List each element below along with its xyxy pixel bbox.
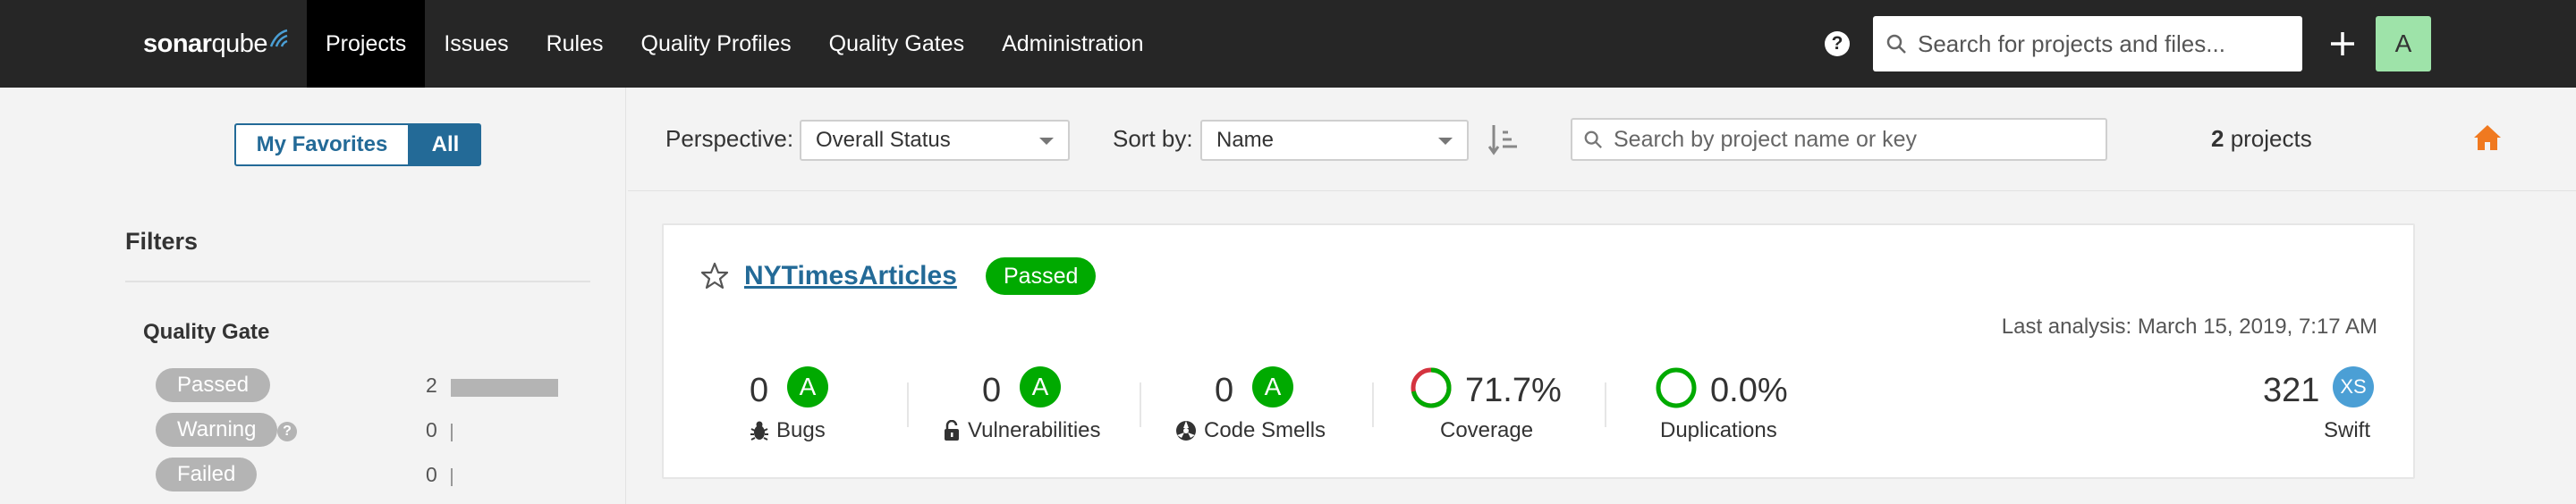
measure-vulnerabilities[interactable]: 0 A Vulnerabilities <box>943 366 1122 447</box>
perspective-label: Perspective: <box>665 125 794 152</box>
projects-count-number: 2 <box>2211 125 2224 152</box>
perspective-value: Overall Status <box>816 128 951 152</box>
create-plus-button[interactable] <box>2320 21 2365 66</box>
projects-toolbar: Perspective: Overall Status Sort by: Nam… <box>628 88 2576 191</box>
logo-waves-icon <box>269 29 288 47</box>
measure-duplications[interactable]: 0.0% Duplications <box>1655 366 1834 447</box>
perspective-select[interactable]: Overall Status <box>800 120 1070 161</box>
my-favorites-button[interactable]: My Favorites <box>234 123 410 166</box>
filter-count: 0 <box>426 418 437 441</box>
filter-pill-failed[interactable]: Failed <box>156 458 258 491</box>
logo-text-light: qube <box>211 29 267 58</box>
quality-gate-filter-heading: Quality Gate <box>143 320 270 344</box>
language-label: Swift <box>2324 418 2371 442</box>
code-smell-icon <box>1176 421 1196 441</box>
bugs-label: Bugs <box>750 418 826 443</box>
measure-code-smells[interactable]: 0 A Code Smells <box>1175 366 1345 447</box>
all-projects-button[interactable]: All <box>410 123 481 166</box>
chevron-down-icon <box>1438 138 1453 145</box>
project-search-input[interactable] <box>1614 126 2097 153</box>
bugs-value: 0 <box>750 372 769 409</box>
user-avatar[interactable]: A <box>2376 16 2431 71</box>
measure-separator <box>1140 382 1141 427</box>
main-nav-links: Projects Issues Rules Quality Profiles Q… <box>307 0 1162 88</box>
help-icon[interactable]: ? <box>277 422 297 441</box>
plus-icon <box>2331 32 2354 55</box>
quality-gate-filter-failed[interactable]: Failed 0 <box>156 458 603 491</box>
global-search-box[interactable] <box>1873 16 2302 71</box>
sort-select[interactable]: Name <box>1200 120 1469 161</box>
vulnerabilities-label-text: Vulnerabilities <box>968 418 1101 442</box>
coverage-value: 71.7% <box>1465 372 1562 409</box>
sort-label: Sort by: <box>1113 125 1193 152</box>
code-smells-label: Code Smells <box>1175 418 1326 443</box>
nav-issues[interactable]: Issues <box>425 0 527 88</box>
filters-heading: Filters <box>125 228 199 255</box>
home-icon[interactable] <box>2472 123 2503 152</box>
favorites-toggle: My Favorites All <box>234 123 481 166</box>
measure-separator <box>1372 382 1374 427</box>
sort-direction-icon[interactable] <box>1488 123 1519 155</box>
bugs-label-text: Bugs <box>776 418 826 442</box>
sonarqube-logo[interactable]: sonar qube <box>143 25 289 63</box>
vulnerabilities-value: 0 <box>982 372 1002 409</box>
project-search-box[interactable] <box>1571 118 2107 161</box>
filter-count: 2 <box>426 374 437 397</box>
vulnerabilities-rating: A <box>1020 366 1061 407</box>
measure-bugs[interactable]: 0 A Bugs <box>750 366 884 447</box>
coverage-donut-chart <box>1411 367 1452 408</box>
projects-count-suffix: projects <box>2224 125 2312 152</box>
vulnerabilities-label: Vulnerabilities <box>943 418 1101 443</box>
quality-gate-filter-warning[interactable]: Warning ? 0 <box>156 413 603 447</box>
coverage-label: Coverage <box>1440 418 1534 442</box>
filter-pill-warning[interactable]: Warning <box>156 413 278 447</box>
measure-separator <box>907 382 909 427</box>
filters-divider <box>125 281 590 282</box>
duplications-circle-icon <box>1656 367 1697 408</box>
search-icon <box>1584 130 1602 148</box>
lock-open-icon <box>945 420 959 441</box>
filter-pill-passed[interactable]: Passed <box>156 368 271 402</box>
project-name-link[interactable]: NYTimesArticles <box>744 261 957 291</box>
filter-bar <box>451 424 453 441</box>
filter-bar <box>451 468 453 486</box>
nav-quality-profiles[interactable]: Quality Profiles <box>623 0 810 88</box>
code-smells-rating: A <box>1252 366 1293 407</box>
logo-text-bold: sonar <box>143 29 212 58</box>
code-smells-value: 0 <box>1215 372 1234 409</box>
bug-icon <box>750 421 768 441</box>
sort-value: Name <box>1216 128 1275 152</box>
measure-separator <box>1605 382 1606 427</box>
nav-rules[interactable]: Rules <box>528 0 623 88</box>
filters-sidebar: My Favorites All Filters Quality Gate Pa… <box>0 88 626 504</box>
code-smells-label-text: Code Smells <box>1204 418 1326 442</box>
search-icon <box>1886 34 1906 54</box>
global-search-input[interactable] <box>1918 29 2284 58</box>
nav-administration[interactable]: Administration <box>983 0 1162 88</box>
size-rating: XS <box>2333 366 2374 407</box>
quality-gate-status-badge: Passed <box>986 257 1097 295</box>
quality-gate-filter-passed[interactable]: Passed 2 <box>156 368 603 402</box>
top-navigation-bar: sonar qube Projects Issues Rules Quality … <box>0 0 2576 88</box>
bugs-rating: A <box>787 366 828 407</box>
lines-of-code-value: 321 <box>2263 372 2320 409</box>
project-card: NYTimesArticles Passed Last analysis: Ma… <box>662 223 2415 479</box>
duplications-value: 0.0% <box>1710 372 1788 409</box>
filter-bar <box>451 379 558 397</box>
nav-projects[interactable]: Projects <box>307 0 426 88</box>
filter-count: 0 <box>426 463 437 486</box>
nav-quality-gates[interactable]: Quality Gates <box>810 0 983 88</box>
duplications-label: Duplications <box>1660 418 1777 442</box>
measure-size[interactable]: 321 XS Swift <box>2263 366 2388 447</box>
help-icon[interactable]: ? <box>1825 31 1850 56</box>
measure-coverage[interactable]: 71.7% Coverage <box>1410 366 1580 447</box>
projects-count: 2 projects <box>2211 125 2312 153</box>
favorite-star-icon[interactable] <box>699 261 730 291</box>
chevron-down-icon <box>1039 138 1054 145</box>
last-analysis-date: Last analysis: March 15, 2019, 7:17 AM <box>2001 315 2377 339</box>
